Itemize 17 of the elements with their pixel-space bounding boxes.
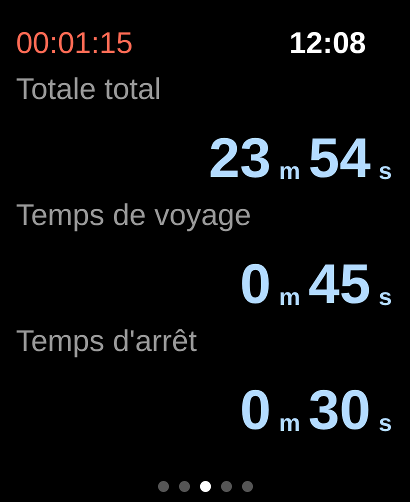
- metric-unit: m: [279, 412, 300, 438]
- metric-unit: s: [378, 160, 392, 186]
- metric-label: Temps d'arrêt: [16, 324, 198, 360]
- metric-number: 45: [308, 256, 371, 312]
- elapsed-timer: 00:01:15: [16, 29, 133, 59]
- metric-unit: s: [378, 286, 392, 312]
- metric-number: 0: [240, 382, 271, 438]
- clock-time: 12:08: [289, 29, 366, 59]
- metric-unit: m: [279, 160, 300, 186]
- metric-unit: m: [279, 286, 300, 312]
- metric-number: 54: [308, 130, 371, 186]
- metric-label: Totale total: [16, 72, 162, 108]
- metric-unit: s: [378, 412, 392, 438]
- metric-number: 23: [208, 130, 271, 186]
- metric-number: 0: [240, 256, 271, 312]
- metric-label: Temps de voyage: [16, 198, 252, 234]
- metric-number: 30: [308, 382, 371, 438]
